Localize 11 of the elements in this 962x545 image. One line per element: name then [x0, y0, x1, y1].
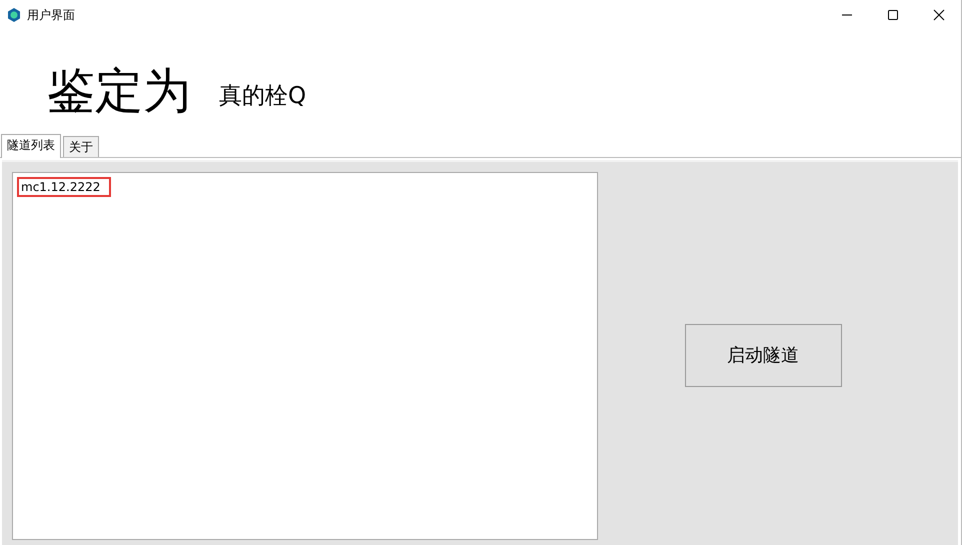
tab[interactable]: 关于 [63, 136, 99, 157]
close-icon [933, 9, 945, 21]
heading: 鉴定为 [47, 62, 191, 121]
app-icon [6, 7, 22, 23]
start-button[interactable]: 启动隧道 [684, 324, 842, 386]
window-title: 用户界面 [27, 6, 75, 24]
maximize-icon [887, 9, 899, 21]
tunnel-list[interactable]: mc1.12.2222 [12, 172, 598, 540]
subheading: 真的栓Q [219, 82, 306, 110]
list-item[interactable]: mc1.12.2222 [17, 177, 112, 197]
tab[interactable]: 隧道列表 [1, 134, 61, 158]
